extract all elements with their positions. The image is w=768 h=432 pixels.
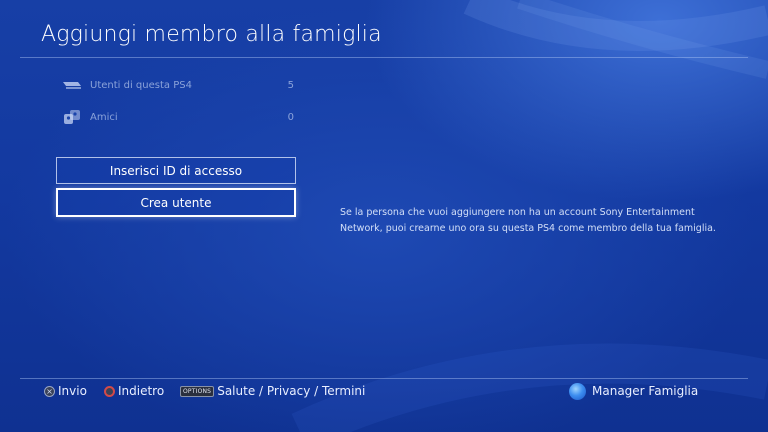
family-manager-icon [569, 382, 586, 400]
footer-options-label: Salute / Privacy / Termini [217, 384, 366, 398]
options-button-icon: OPTIONS [180, 385, 215, 397]
circle-button-icon [104, 385, 115, 397]
footer-back[interactable]: Indietro [104, 381, 164, 401]
footer-bar: × Invio Indietro OPTIONS Salute / Privac… [0, 381, 768, 401]
cross-button-icon: × [44, 385, 55, 397]
list-item-friends[interactable]: Amici 0 [62, 106, 294, 128]
list-item-count: 0 [287, 111, 294, 123]
footer-back-label: Indietro [118, 384, 165, 398]
create-user-button[interactable]: Crea utente [56, 188, 296, 217]
footer-confirm[interactable]: × Invio [44, 381, 87, 401]
list-item-label: Utenti di questa PS4 [90, 79, 192, 91]
ps4-console-icon [62, 77, 82, 93]
enter-signin-id-button[interactable]: Inserisci ID di accesso [56, 157, 296, 184]
list-item-label: Amici [90, 111, 118, 123]
info-description: Se la persona che vuoi aggiungere non ha… [340, 207, 716, 234]
list-item-count: 5 [287, 79, 294, 91]
friends-icon [62, 109, 82, 125]
footer-options[interactable]: OPTIONS Salute / Privacy / Termini [180, 381, 365, 401]
page-title: Aggiungi membro alla famiglia [41, 22, 382, 47]
header-divider [20, 57, 748, 58]
family-manager-label: Manager Famiglia [592, 384, 699, 398]
list-item-ps4-users[interactable]: Utenti di questa PS4 5 [62, 74, 294, 96]
footer-confirm-label: Invio [58, 384, 87, 398]
footer-divider [20, 378, 748, 379]
family-manager-link[interactable]: Manager Famiglia [569, 381, 698, 401]
